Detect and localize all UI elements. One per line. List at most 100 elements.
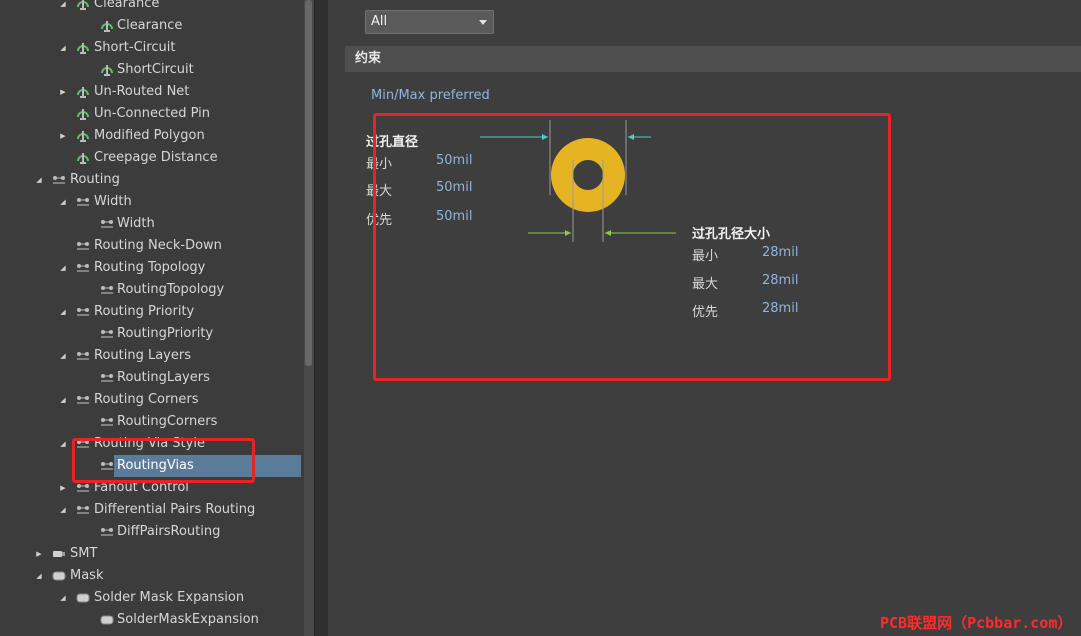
tree-item-label: RoutingPriority: [117, 326, 214, 341]
tree-item-label: Clearance: [94, 0, 160, 11]
tree-item[interactable]: RoutingLayers: [0, 367, 300, 389]
routing-icon: [76, 481, 90, 495]
tree-item-label: Differential Pairs Routing: [94, 502, 256, 517]
mask-icon: [100, 613, 114, 627]
tree-item[interactable]: ▶ SMT: [0, 543, 300, 565]
tree-item-label: Routing Topology: [94, 260, 206, 275]
twisty-expanded-icon[interactable]: ◢: [34, 169, 44, 191]
twisty-collapsed-icon[interactable]: ▶: [34, 543, 44, 565]
tree-item[interactable]: ▶ Modified Polygon: [0, 125, 300, 147]
tree-item[interactable]: ◢ Clearance: [0, 0, 300, 15]
tree-item-label: Un-Connected Pin: [94, 106, 210, 121]
routing-icon: [76, 393, 90, 407]
twisty-expanded-icon[interactable]: ◢: [58, 301, 68, 323]
routing-icon: [76, 349, 90, 363]
twisty-expanded-icon[interactable]: ◢: [58, 345, 68, 367]
tree-item[interactable]: ◢ Routing Priority: [0, 301, 300, 323]
routing-icon: [100, 283, 114, 297]
tree-item-label: Creepage Distance: [94, 150, 218, 165]
rule-editor-panel: All 约束 Min/Max preferred 过孔直径 最小 50mil 最…: [328, 0, 1081, 636]
tree-item[interactable]: Routing Neck-Down: [0, 235, 300, 257]
tree-item-label: Width: [117, 216, 155, 231]
twisty-expanded-icon[interactable]: ◢: [58, 587, 68, 609]
routing-icon: [76, 305, 90, 319]
mask-icon: [52, 569, 66, 583]
tree-item[interactable]: ◢ Differential Pairs Routing: [0, 499, 300, 521]
routing-icon: [100, 327, 114, 341]
tree-item[interactable]: ◢ Routing: [0, 169, 300, 191]
tree-item-label: RoutingCorners: [117, 414, 218, 429]
tree-item[interactable]: DiffPairsRouting: [0, 521, 300, 543]
routing-icon: [76, 261, 90, 275]
tree-item[interactable]: ◢ Width: [0, 191, 300, 213]
tree-item-label: Modified Polygon: [94, 128, 205, 143]
twisty-collapsed-icon[interactable]: ▶: [58, 125, 68, 147]
drc-rule-icon: [76, 41, 90, 55]
tree-item[interactable]: ◢ Routing Corners: [0, 389, 300, 411]
drc-rule-icon: [100, 63, 114, 77]
tree-item-label: RoutingTopology: [117, 282, 225, 297]
routing-icon: [100, 525, 114, 539]
twisty-collapsed-icon[interactable]: ▶: [58, 477, 68, 499]
tree-item-label: DiffPairsRouting: [117, 524, 221, 539]
tree-item[interactable]: ◢ Routing Layers: [0, 345, 300, 367]
highlight-box-constraints: [373, 113, 891, 381]
tree-item-label: Routing Neck-Down: [94, 238, 222, 253]
tree-item[interactable]: Width: [0, 213, 300, 235]
tree-item[interactable]: ▶ Un-Routed Net: [0, 81, 300, 103]
tree-item[interactable]: ◢ Routing Topology: [0, 257, 300, 279]
twisty-expanded-icon[interactable]: ◢: [58, 191, 68, 213]
tree-item[interactable]: ◢ Mask: [0, 565, 300, 587]
tree-item-label: ShortCircuit: [117, 62, 194, 77]
mask-icon: [76, 591, 90, 605]
twisty-expanded-icon[interactable]: ◢: [58, 499, 68, 521]
routing-icon: [76, 239, 90, 253]
tree-item[interactable]: Un-Connected Pin: [0, 103, 300, 125]
filter-value: All: [371, 14, 388, 29]
tree-item-label: Routing Layers: [94, 348, 191, 363]
tree-item-label: RoutingLayers: [117, 370, 210, 385]
tree-item-label: Routing: [70, 172, 120, 187]
watermark: PCB联盟网（Pcbbar.com）: [880, 614, 1073, 632]
tree-item-label: Solder Mask Expansion: [94, 590, 245, 605]
tree-item[interactable]: ShortCircuit: [0, 59, 300, 81]
drc-rule-icon: [76, 129, 90, 143]
tree-item[interactable]: RoutingCorners: [0, 411, 300, 433]
tree-scrollbar-thumb[interactable]: [305, 0, 312, 366]
tree-item-label: SolderMaskExpansion: [117, 612, 259, 627]
tree-item[interactable]: RoutingTopology: [0, 279, 300, 301]
panel-splitter[interactable]: [314, 0, 329, 636]
rules-tree[interactable]: ◢ Clearance Clearance ◢ Short-Circuit ShortCi…: [0, 0, 304, 636]
constraints-title: 约束: [355, 51, 382, 66]
tree-item-label: Un-Routed Net: [94, 84, 190, 99]
filter-dropdown[interactable]: All: [365, 10, 494, 34]
drc-rule-icon: [76, 0, 90, 11]
twisty-expanded-icon[interactable]: ◢: [58, 433, 68, 455]
routing-icon: [52, 173, 66, 187]
routing-icon: [100, 217, 114, 231]
routing-icon: [100, 415, 114, 429]
tree-item[interactable]: Clearance: [0, 15, 300, 37]
tree-item[interactable]: RoutingPriority: [0, 323, 300, 345]
tree-item-label: Width: [94, 194, 132, 209]
tree-item[interactable]: SolderMaskExpansion: [0, 609, 300, 631]
tree-item-label: Mask: [70, 568, 104, 583]
minmax-preferred-link[interactable]: Min/Max preferred: [371, 88, 490, 103]
drc-rule-icon: [76, 107, 90, 121]
tree-item-label: SMT: [70, 546, 98, 561]
twisty-collapsed-icon[interactable]: ▶: [58, 81, 68, 103]
highlight-box-tree: [72, 438, 255, 483]
twisty-expanded-icon[interactable]: ◢: [58, 37, 68, 59]
tree-item[interactable]: Creepage Distance: [0, 147, 300, 169]
tree-item-label: Routing Corners: [94, 392, 199, 407]
tree-item-label: Routing Priority: [94, 304, 195, 319]
twisty-expanded-icon[interactable]: ◢: [58, 389, 68, 411]
tree-item-label: Clearance: [117, 18, 183, 33]
twisty-expanded-icon[interactable]: ◢: [34, 565, 44, 587]
twisty-expanded-icon[interactable]: ◢: [58, 257, 68, 279]
routing-icon: [100, 371, 114, 385]
chevron-down-icon: [479, 20, 487, 25]
tree-item[interactable]: ◢ Short-Circuit: [0, 37, 300, 59]
tree-item[interactable]: ◢ Solder Mask Expansion: [0, 587, 300, 609]
twisty-expanded-icon[interactable]: ◢: [58, 0, 68, 15]
